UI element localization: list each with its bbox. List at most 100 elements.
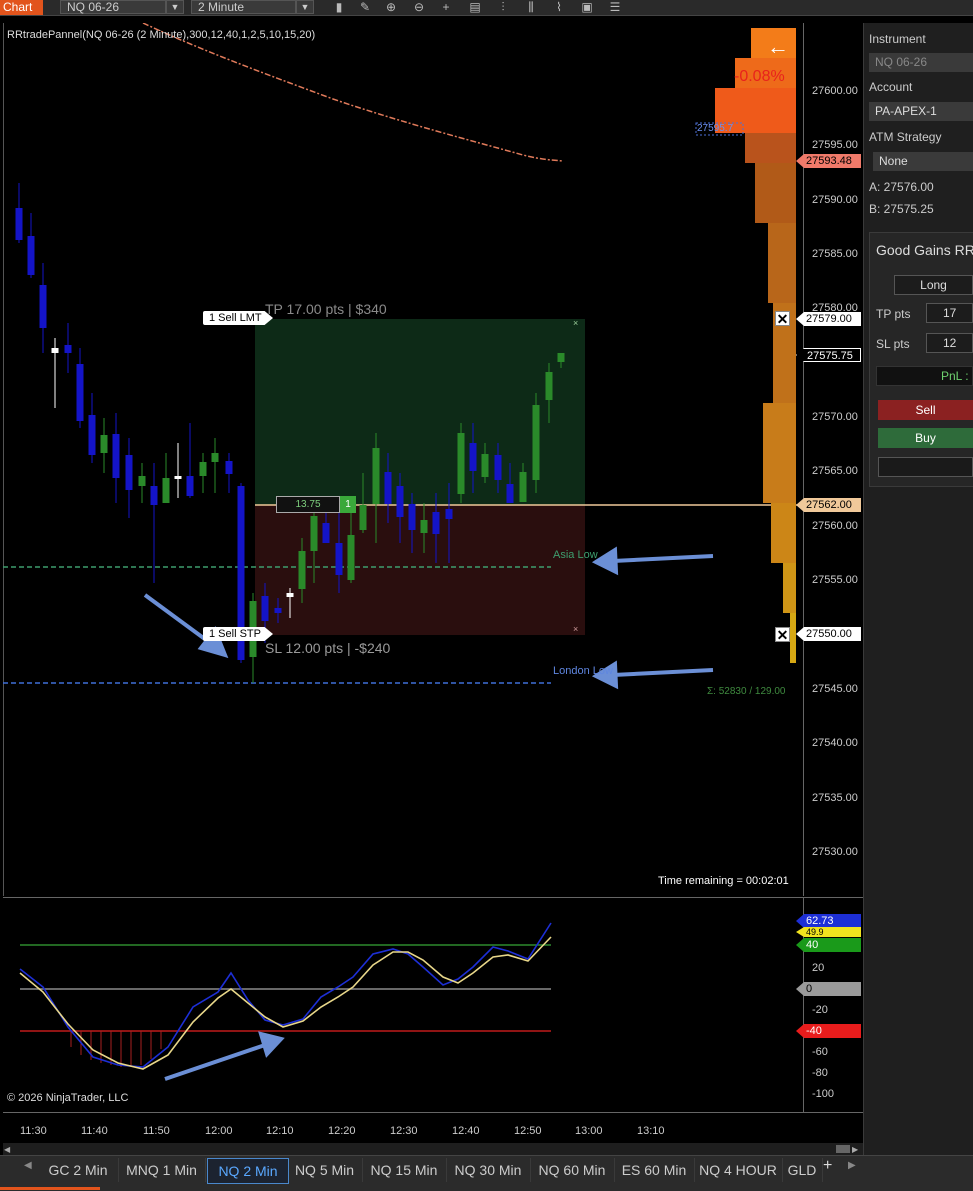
chart-trader-icon[interactable]: ⫶ [494, 0, 512, 14]
price-tick: 27590.00 [812, 194, 858, 206]
interval-select[interactable]: 2 Minute [191, 0, 296, 14]
pencil-icon[interactable]: ✎ [356, 0, 374, 14]
snapshot-icon[interactable]: ▣ [578, 0, 596, 14]
asia-low-label: Asia Low [553, 549, 598, 561]
osc-yellow-tag: 49.9 [796, 927, 861, 937]
pct-change: -0.08% [734, 68, 785, 85]
instrument-select[interactable]: NQ 06-26 [60, 0, 166, 14]
time-tick: 13:00 [575, 1125, 603, 1137]
candle-body [469, 443, 477, 471]
price-axis[interactable] [803, 23, 864, 896]
zoom-in-icon[interactable]: ⊕ [382, 0, 400, 14]
time-tick: 11:50 [143, 1125, 170, 1137]
tab-scroll-left-icon[interactable]: ◀ [24, 1160, 32, 1171]
sell-limit-order[interactable]: 1 Sell LMT [203, 311, 273, 325]
candle-body [384, 472, 392, 504]
sell-stop-order[interactable]: 1 Sell STP [203, 627, 273, 641]
candle-body [359, 505, 367, 530]
tab-mnq-1min[interactable]: MNQ 1 Min [118, 1158, 206, 1182]
candle-body [64, 345, 72, 353]
svg-text:×: × [573, 318, 578, 328]
candle-body [557, 353, 565, 362]
buy-button[interactable]: Buy [878, 428, 973, 448]
candle-body [347, 535, 355, 580]
tab-nq-15min[interactable]: NQ 15 Min [362, 1158, 447, 1182]
copyright: © 2026 NinjaTrader, LLC [7, 1092, 129, 1104]
tab-nq-2min[interactable]: NQ 2 Min [207, 1158, 289, 1184]
price-tick: 27535.00 [812, 792, 858, 804]
candle-body [445, 509, 453, 519]
candle-body [100, 435, 108, 453]
time-axis[interactable] [3, 1112, 863, 1143]
instrument-label: Instrument [869, 32, 926, 46]
sell-button[interactable]: Sell [878, 400, 973, 420]
account-select[interactable]: PA-APEX-1 [869, 102, 973, 121]
time-remaining: Time remaining = 00:02:01 [658, 875, 789, 887]
entry-position-label[interactable]: 13.75 [276, 496, 340, 513]
cancel-tp-order-icon[interactable]: ✕ [775, 311, 790, 326]
osc-tick: -60 [812, 1046, 828, 1058]
time-tick: 11:30 [20, 1125, 47, 1137]
tab-es-60min[interactable]: ES 60 Min [614, 1158, 695, 1182]
scroll-left-icon[interactable]: ◀ [4, 1145, 10, 1154]
tab-scroll-right-icon[interactable]: ▶ [848, 1160, 856, 1171]
tp-pts-label: TP pts [876, 307, 911, 321]
good-gains-panel [869, 232, 973, 487]
candle-body [310, 516, 318, 551]
crosshair-icon[interactable]: + [437, 0, 455, 14]
indicators-icon[interactable]: ⫼ [522, 0, 540, 14]
cancel-sl-order-icon[interactable]: ✕ [775, 627, 790, 642]
london-low-label: London Low [553, 665, 613, 677]
sl-price-tag: 27550.00 [796, 627, 861, 641]
candle-body [519, 472, 527, 502]
sl-pts-input[interactable]: 12 [926, 333, 973, 353]
ask-price: A: 27576.00 [869, 180, 934, 194]
indicator-title: RRtradePannel(NQ 06-26 (2 Minute),300,12… [7, 29, 316, 41]
close-button[interactable] [878, 457, 973, 477]
tp-pts-input[interactable]: 17 [926, 303, 973, 323]
tab-gld[interactable]: GLD [782, 1158, 823, 1182]
price-tick: 27555.00 [812, 574, 858, 586]
osc-zero-tag: 0 [796, 982, 861, 996]
candle-body [286, 593, 294, 597]
chevron-down-icon[interactable]: ▼ [296, 0, 314, 14]
bid-price: B: 27575.25 [869, 202, 934, 216]
candle-body [335, 543, 343, 575]
add-tab-icon[interactable]: + [823, 1157, 832, 1175]
candle-body [545, 372, 553, 400]
strategies-icon[interactable]: ⌇ [550, 0, 568, 14]
osc-blue-tag: 62.73 [796, 914, 861, 928]
tab-nq-5min[interactable]: NQ 5 Min [287, 1158, 363, 1182]
tab-nq-30min[interactable]: NQ 30 Min [446, 1158, 531, 1182]
time-tick: 12:30 [390, 1125, 418, 1137]
candle-body [506, 484, 514, 503]
properties-icon[interactable]: ☰ [606, 0, 624, 14]
data-box-icon[interactable]: ▤ [466, 0, 484, 14]
candle-body [372, 448, 380, 504]
atm-select[interactable]: None [873, 152, 973, 171]
sl-text: SL 12.00 pts | -$240 [265, 640, 391, 656]
tab-nq-4hour[interactable]: NQ 4 HOUR [694, 1158, 783, 1182]
price-tick: 27540.00 [812, 737, 858, 749]
oscillator-canvas [19, 922, 552, 1081]
candle-body [150, 486, 158, 505]
zoom-out-icon[interactable]: ⊖ [410, 0, 428, 14]
bar-type-icon[interactable]: ▮ [330, 0, 348, 14]
chart-tab[interactable]: Chart [0, 0, 43, 15]
sl-pts-label: SL pts [876, 337, 910, 351]
price-tick: 27565.00 [812, 465, 858, 477]
candle-body [481, 454, 489, 477]
price-tick: 27570.00 [812, 411, 858, 423]
tab-gc-2min[interactable]: GC 2 Min [38, 1158, 119, 1182]
scroll-thumb[interactable] [836, 1145, 850, 1153]
time-tick: 11:40 [81, 1125, 108, 1137]
instrument-field[interactable]: NQ 06-26 [869, 53, 973, 72]
entry-quantity[interactable]: 1 [340, 496, 356, 513]
direction-toggle[interactable]: Long [894, 275, 973, 295]
tab-nq-60min[interactable]: NQ 60 Min [530, 1158, 615, 1182]
price-tick: 27545.00 [812, 683, 858, 695]
chevron-down-icon[interactable]: ▼ [166, 0, 184, 14]
last-price-tag: 27575.75 [796, 348, 861, 362]
scroll-right-icon[interactable]: ▶ [852, 1145, 858, 1154]
price-tick: 27530.00 [812, 846, 858, 858]
